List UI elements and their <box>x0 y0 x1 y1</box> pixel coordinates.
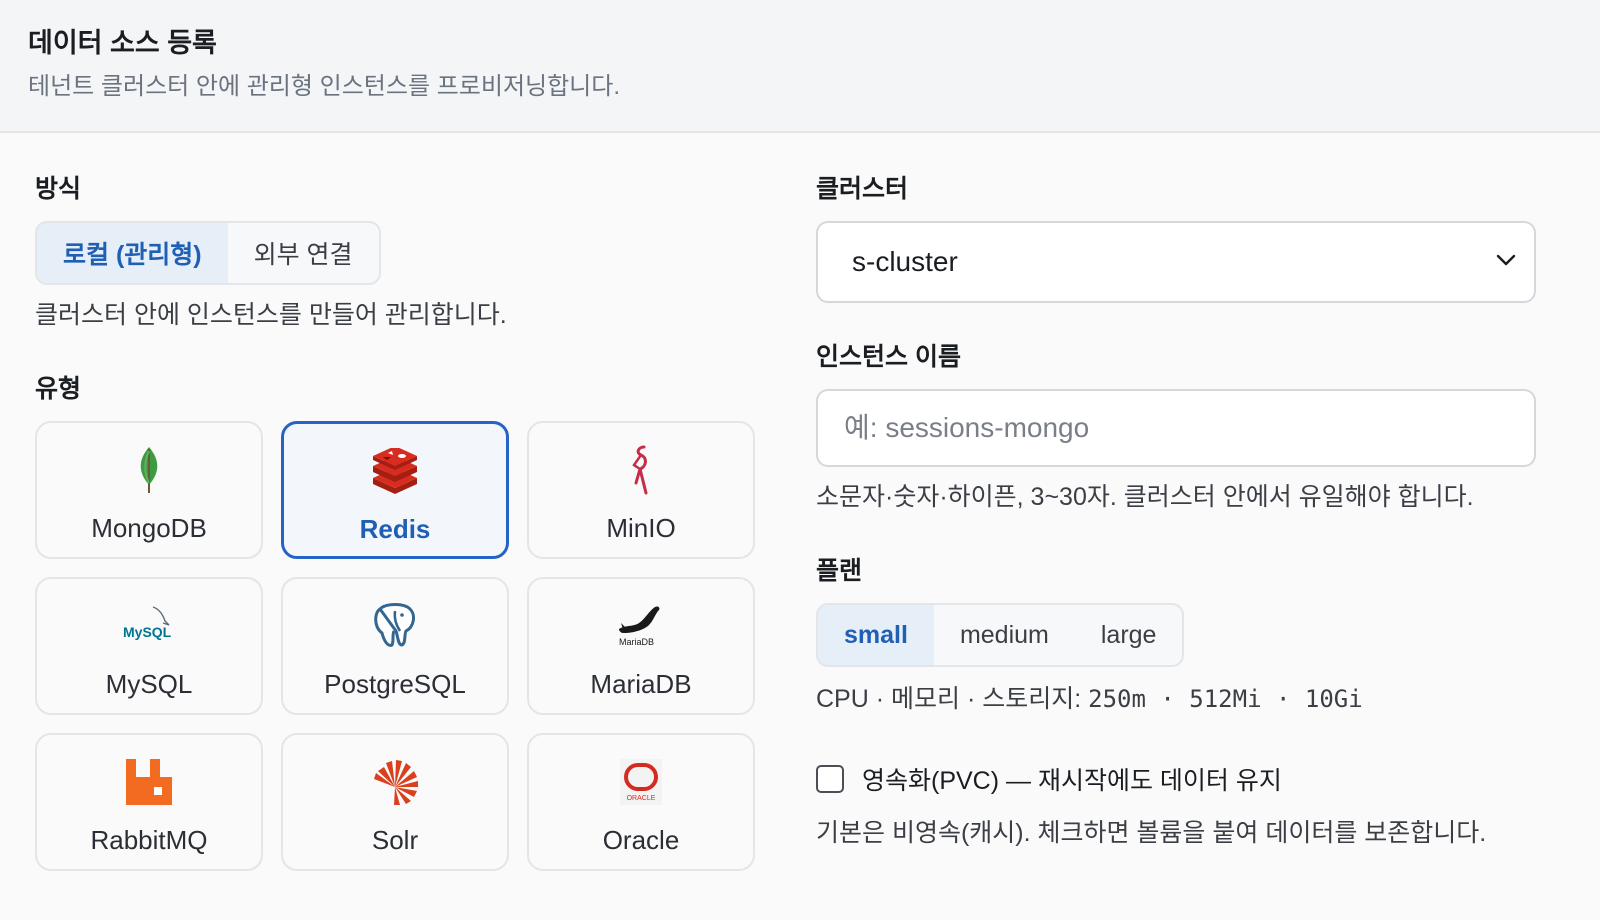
plan-option-medium[interactable]: medium <box>934 605 1075 665</box>
type-card-minio[interactable]: MinIO <box>527 421 755 559</box>
cluster-select[interactable]: s-cluster <box>816 221 1536 303</box>
plan-option-small[interactable]: small <box>818 605 934 665</box>
cluster-label: 클러스터 <box>816 175 909 203</box>
mode-option-local[interactable]: 로컬 (관리형) <box>37 223 228 283</box>
type-card-solr[interactable]: Solr <box>281 733 509 871</box>
type-card-oracle[interactable]: ORACLE Oracle <box>527 733 755 871</box>
oracle-logo-text: ORACLE <box>627 795 656 802</box>
type-label: 유형 <box>35 375 82 403</box>
page-header: 데이터 소스 등록 테넌트 클러스터 안에 관리형 인스턴스를 프로비저닝합니다… <box>0 0 1600 133</box>
persistence-label[interactable]: 영속화(PVC) — 재시작에도 데이터 유지 <box>862 761 1282 797</box>
mysql-icon: MySQL <box>119 601 179 651</box>
type-card-mariadb[interactable]: MariaDB MariaDB <box>527 577 755 715</box>
type-card-label: Oracle <box>602 825 680 855</box>
cluster-select-value: s-cluster <box>852 246 958 277</box>
type-card-rabbitmq[interactable]: RabbitMQ <box>35 733 263 871</box>
type-card-mysql[interactable]: MySQL MySQL <box>35 577 263 715</box>
postgresql-elephant-icon <box>365 601 425 651</box>
mode-label: 방식 <box>35 175 82 203</box>
redis-icon <box>365 446 425 496</box>
type-card-label: MariaDB <box>590 669 692 699</box>
instance-name-help: 소문자·숫자·하이픈, 3~30자. 클러스터 안에서 유일해야 합니다. <box>816 483 1474 511</box>
mode-segmented-control: 로컬 (관리형) 외부 연결 <box>35 221 381 285</box>
type-card-label: Redis <box>359 514 431 544</box>
minio-icon <box>611 445 671 495</box>
mode-option-external[interactable]: 외부 연결 <box>228 223 379 283</box>
type-card-label: Solr <box>371 825 419 855</box>
persistence-checkbox[interactable] <box>816 765 844 793</box>
form-content: 방식 로컬 (관리형) 외부 연결 클러스터 안에 인스턴스를 만들어 관리합니… <box>0 133 1600 918</box>
left-column: 방식 로컬 (관리형) 외부 연결 클러스터 안에 인스턴스를 만들어 관리합니… <box>35 173 755 871</box>
type-card-label: MinIO <box>606 513 676 543</box>
mode-help-text: 클러스터 안에 인스턴스를 만들어 관리합니다. <box>35 301 507 329</box>
instance-name-input[interactable] <box>816 389 1536 467</box>
page-title: 데이터 소스 등록 <box>28 28 217 58</box>
plan-spec: CPU · 메모리 · 스토리지: 250m · 512Mi · 10Gi <box>816 683 1536 715</box>
chevron-down-icon <box>1496 253 1516 271</box>
right-column: 클러스터 s-cluster 인스턴스 이름 소문자·숫자·하이픈, 3~30자… <box>816 173 1536 849</box>
type-card-label: MySQL <box>105 669 193 699</box>
plan-option-large[interactable]: large <box>1075 605 1183 665</box>
plan-segmented-control: small medium large <box>816 603 1185 667</box>
plan-spec-label: CPU · 메모리 · 스토리지: <box>816 685 1082 713</box>
mariadb-seal-icon: MariaDB <box>611 601 671 651</box>
mysql-logo-text: MySQL <box>123 624 172 640</box>
type-card-redis[interactable]: Redis <box>281 421 509 559</box>
instance-name-label: 인스턴스 이름 <box>816 343 961 371</box>
plan-spec-value: 250m · 512Mi · 10Gi <box>1088 685 1363 713</box>
persistence-option: 영속화(PVC) — 재시작에도 데이터 유지 <box>816 761 1536 797</box>
type-card-mongodb[interactable]: MongoDB <box>35 421 263 559</box>
oracle-icon: ORACLE <box>611 757 671 807</box>
mariadb-logo-text: MariaDB <box>619 637 654 647</box>
type-card-postgresql[interactable]: PostgreSQL <box>281 577 509 715</box>
rabbitmq-icon <box>119 757 179 807</box>
page-subtitle: 테넌트 클러스터 안에 관리형 인스턴스를 프로비저닝합니다. <box>28 73 621 100</box>
type-card-label: RabbitMQ <box>90 825 208 855</box>
mongodb-leaf-icon <box>119 445 179 495</box>
type-grid: MongoDB Redis MinIO MySQL MySQL PostgreS… <box>35 421 755 871</box>
type-card-label: PostgreSQL <box>324 669 466 699</box>
type-card-label: MongoDB <box>91 513 207 543</box>
plan-label: 플랜 <box>816 557 863 585</box>
solr-icon <box>365 757 425 807</box>
persistence-help: 기본은 비영속(캐시). 체크하면 볼륨을 붙여 데이터를 보존합니다. <box>816 819 1487 847</box>
